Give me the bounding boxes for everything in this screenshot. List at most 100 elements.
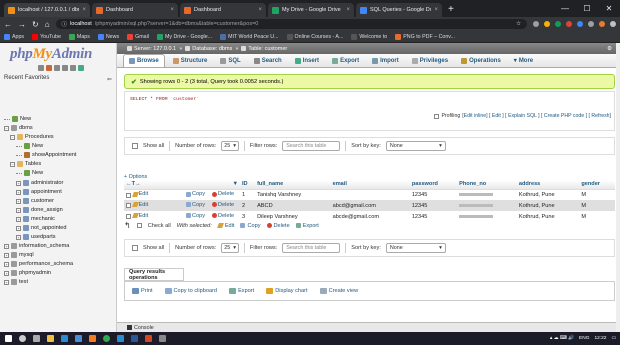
copy-button[interactable]: Copy: [186, 213, 205, 219]
cell-full-name[interactable]: Tanishq Varshney: [255, 189, 331, 200]
edge-icon[interactable]: [61, 335, 68, 342]
tree-item-customer[interactable]: + customer: [16, 198, 54, 204]
tree-item-tables[interactable]: − Tables: [10, 161, 41, 167]
clock[interactable]: 12:22: [594, 336, 606, 341]
input-language[interactable]: ENG: [579, 336, 589, 341]
collapse-icon[interactable]: −: [10, 134, 15, 140]
notifications-icon[interactable]: ▭: [611, 336, 616, 341]
store-icon[interactable]: [75, 335, 82, 342]
tree-item-procedures[interactable]: − Procedures: [10, 134, 54, 140]
column-header-actions[interactable]: ←T→ ▼: [124, 180, 240, 190]
column-header-gender[interactable]: gender: [579, 180, 615, 190]
cell-full-name[interactable]: ABCD: [255, 200, 331, 211]
tree-item-new-procedure[interactable]: New: [16, 143, 43, 149]
expand-icon[interactable]: +: [4, 243, 9, 249]
cell-gender[interactable]: M: [579, 200, 615, 211]
bookmark-mit[interactable]: MIT World Peace U...: [220, 33, 279, 40]
site-info-icon[interactable]: ⓘ: [62, 20, 68, 28]
phpmyadmin-logo[interactable]: phpMyAdmin: [10, 46, 92, 63]
close-window-button[interactable]: ✕: [598, 0, 620, 17]
tree-item-phpmyadmin[interactable]: + phpmyadmin: [4, 270, 51, 276]
tree-item-appointment[interactable]: + appointment: [16, 189, 62, 195]
tab-search[interactable]: Search: [249, 54, 287, 67]
expand-icon[interactable]: +: [16, 189, 21, 195]
tree-item-showappointment[interactable]: showAppointment: [16, 152, 76, 158]
edit-button[interactable]: Edit: [131, 202, 148, 208]
cell-email[interactable]: abcde@gmail.com: [330, 211, 410, 222]
copy-to-clipboard-button[interactable]: Copy to clipboard: [164, 288, 217, 294]
tree-item-done-assign[interactable]: + done_assign: [16, 207, 63, 213]
cell-password[interactable]: 12345: [409, 200, 458, 211]
column-header-address[interactable]: address: [516, 180, 580, 190]
collapse-all-icon[interactable]: ⇐: [107, 76, 112, 83]
row-checkbox[interactable]: [126, 203, 131, 209]
cell-phone-redacted[interactable]: [457, 211, 517, 222]
docs-icon[interactable]: [54, 65, 60, 71]
tab-import[interactable]: Import: [367, 54, 404, 67]
app-icon[interactable]: [159, 335, 166, 342]
task-view-icon[interactable]: [33, 335, 40, 342]
cell-id[interactable]: 1: [240, 189, 256, 200]
tree-item-new[interactable]: New: [4, 116, 31, 122]
browser-tab-phpmyadmin[interactable]: localhost / 127.0.0.1 / dbms ×: [4, 3, 90, 17]
tab-more[interactable]: ▾ More: [509, 54, 538, 67]
extension-icon[interactable]: [566, 21, 572, 27]
export-button[interactable]: Export: [229, 288, 254, 294]
sort-by-key-select[interactable]: None ▾: [385, 243, 446, 253]
expand-icon[interactable]: +: [16, 216, 21, 222]
tab-structure[interactable]: Structure: [168, 54, 213, 67]
bulk-edit-button[interactable]: Edit: [216, 223, 234, 229]
row-checkbox[interactable]: [126, 192, 131, 198]
cell-email[interactable]: abcd@gmail.com: [330, 200, 410, 211]
logout-icon[interactable]: [46, 65, 52, 71]
edit-button[interactable]: Edit: [131, 213, 148, 219]
column-header-full-name[interactable]: full_name: [255, 180, 331, 190]
tab-privileges[interactable]: Privileges: [407, 54, 453, 67]
xampp-icon[interactable]: [89, 335, 96, 342]
expand-icon[interactable]: +: [4, 261, 9, 267]
vscode-icon[interactable]: [117, 335, 124, 342]
filter-rows-input[interactable]: Search this table: [282, 243, 341, 253]
bulk-delete-button[interactable]: Delete: [266, 223, 290, 229]
show-all-checkbox[interactable]: [132, 245, 138, 251]
console-bar[interactable]: Console: [117, 322, 620, 332]
column-header-id[interactable]: ID: [240, 180, 256, 190]
extension-icon[interactable]: [533, 21, 539, 27]
browser-tab-dashboard[interactable]: Dashboard ×: [92, 3, 178, 17]
delete-button[interactable]: Delete: [212, 191, 234, 197]
maximize-button[interactable]: ☐: [576, 0, 598, 17]
tree-item-mysql[interactable]: + mysql: [4, 252, 34, 258]
expand-icon[interactable]: +: [16, 234, 21, 240]
row-checkbox[interactable]: [126, 214, 131, 220]
back-icon[interactable]: ←: [4, 20, 12, 29]
check-all-checkbox[interactable]: [136, 223, 142, 228]
expand-icon[interactable]: +: [16, 207, 21, 213]
cell-address[interactable]: Kothrud, Pune: [516, 200, 580, 211]
browser-tab-google-drive[interactable]: My Drive - Google Drive ×: [268, 3, 354, 17]
breadcrumb-database[interactable]: Database: dbms: [185, 46, 232, 52]
expand-icon[interactable]: +: [4, 270, 9, 276]
tree-item-usedparts[interactable]: + usedparts: [16, 234, 56, 240]
tab-export[interactable]: Export: [327, 54, 364, 67]
bookmark-youtube[interactable]: YouTube: [32, 33, 61, 40]
reload-icon[interactable]: ↻: [32, 20, 39, 29]
tree-item-mechanic[interactable]: + mechanic: [16, 216, 55, 222]
print-button[interactable]: Print: [132, 288, 153, 294]
extensions-puzzle-icon[interactable]: [610, 21, 616, 27]
sql-action-links[interactable]: [Edit inline] [ Edit ] [ Explain SQL ] […: [462, 113, 611, 119]
windows-start-icon[interactable]: [5, 335, 12, 342]
extension-icon[interactable]: [588, 21, 594, 27]
bookmark-maps[interactable]: Maps: [68, 33, 90, 40]
tab-sql[interactable]: SQL: [215, 54, 245, 67]
browser-tab-google-docs[interactable]: SQL Queries - Google Docs ×: [356, 3, 442, 17]
close-icon[interactable]: ×: [258, 7, 262, 13]
cell-password[interactable]: 12345: [409, 211, 458, 222]
expand-icon[interactable]: +: [4, 279, 9, 285]
expand-icon[interactable]: +: [16, 180, 21, 186]
cell-id[interactable]: 2: [240, 200, 256, 211]
settings-gear-icon[interactable]: ⚙: [607, 46, 612, 52]
bulk-export-button[interactable]: Export: [295, 223, 319, 229]
breadcrumb-server[interactable]: Server: 127.0.0.1: [127, 46, 176, 52]
tree-item-not-appointed[interactable]: + not_appointed: [16, 225, 66, 231]
show-all-checkbox[interactable]: [132, 143, 138, 149]
